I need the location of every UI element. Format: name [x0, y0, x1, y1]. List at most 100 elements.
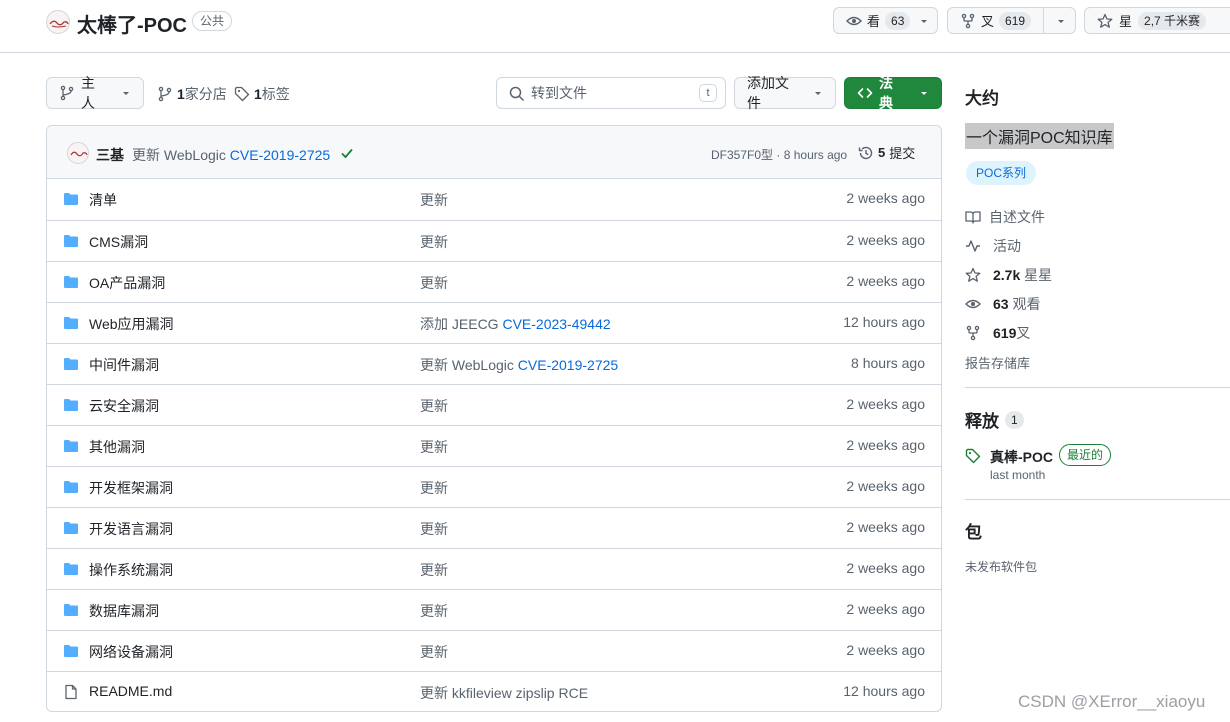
- stars-link[interactable]: 2.7k 星星: [965, 265, 1052, 285]
- commit-message[interactable]: 更新 WebLogic CVE-2019-2725: [132, 145, 330, 165]
- go-to-file-search[interactable]: t: [496, 77, 726, 109]
- commit-text: 更新: [420, 480, 448, 496]
- latest-badge: 最近的: [1059, 444, 1112, 466]
- watch-count: 63: [885, 11, 911, 30]
- file-commit-message[interactable]: 更新 kkfileview zipslip RCE: [420, 683, 588, 703]
- repo-header: 太棒了-POC 公共 看 63 叉 619 星 2,7 千米赛: [0, 0, 1230, 53]
- branch-select[interactable]: 主人: [46, 75, 144, 111]
- commit-hash[interactable]: DF357F0型: [711, 148, 773, 162]
- release-name[interactable]: 真棒-POC: [990, 447, 1053, 467]
- star-button[interactable]: 星 2,7 千米赛: [1084, 7, 1230, 34]
- star-count: 2,7 千米赛: [1138, 11, 1207, 30]
- folder-row[interactable]: OA产品漏洞 更新 2 weeks ago: [47, 261, 941, 302]
- topic-tag[interactable]: POC系列: [966, 161, 1037, 185]
- eye-icon: [965, 296, 981, 312]
- forks-link[interactable]: 619叉: [965, 323, 1030, 343]
- commits-link[interactable]: 5 提交: [858, 143, 915, 162]
- folder-icon: [63, 315, 79, 331]
- file-commit-message[interactable]: 更新: [420, 601, 448, 621]
- folder-row[interactable]: 数据库漏洞 更新 2 weeks ago: [47, 589, 941, 630]
- folder-row[interactable]: 云安全漏洞 更新 2 weeks ago: [47, 384, 941, 425]
- watchers-link[interactable]: 63 观看: [965, 294, 1040, 314]
- file-commit-message[interactable]: 更新: [420, 190, 448, 210]
- report-link[interactable]: 报告存储库: [965, 353, 1030, 372]
- owner-avatar[interactable]: [46, 10, 70, 34]
- folder-row[interactable]: 其他漏洞 更新 2 weeks ago: [47, 425, 941, 466]
- file-name[interactable]: 数据库漏洞: [89, 601, 159, 621]
- folder-row[interactable]: 开发语言漏洞 更新 2 weeks ago: [47, 507, 941, 548]
- file-commit-message[interactable]: 更新 WebLogic CVE-2019-2725: [420, 355, 618, 375]
- chevron-down-icon: [1056, 16, 1066, 26]
- folder-row[interactable]: 操作系统漏洞 更新 2 weeks ago: [47, 548, 941, 589]
- file-name[interactable]: 开发框架漏洞: [89, 478, 173, 498]
- file-commit-message[interactable]: 更新: [420, 642, 448, 662]
- file-commit-message[interactable]: 更新: [420, 560, 448, 580]
- file-name[interactable]: CMS漏洞: [89, 232, 148, 252]
- check-icon: [340, 146, 354, 160]
- folder-icon: [63, 356, 79, 372]
- folder-row[interactable]: 清单 更新 2 weeks ago: [47, 179, 941, 220]
- file-name[interactable]: Web应用漏洞: [89, 314, 174, 334]
- file-name[interactable]: 其他漏洞: [89, 437, 145, 457]
- file-commit-message[interactable]: 更新: [420, 232, 448, 252]
- releases-title-label: 释放: [965, 412, 999, 431]
- file-name[interactable]: 清单: [89, 190, 117, 210]
- tag-icon: [234, 86, 250, 102]
- commit-meta: DF357F0型 · 8 hours ago: [711, 146, 847, 163]
- branch-icon: [157, 86, 173, 102]
- file-name[interactable]: 开发语言漏洞: [89, 519, 173, 539]
- commit-link[interactable]: CVE-2019-2725: [518, 357, 618, 373]
- code-button[interactable]: 法典: [844, 75, 942, 111]
- packages-title[interactable]: 包: [965, 518, 982, 543]
- file-name[interactable]: README.md: [89, 683, 172, 699]
- commit-author[interactable]: 三基: [96, 145, 124, 165]
- repo-name[interactable]: 太棒了-POC: [77, 9, 187, 38]
- branches-link[interactable]: 1家分店: [157, 84, 227, 104]
- commit-text: 更新: [420, 521, 448, 537]
- file-name[interactable]: 中间件漏洞: [89, 355, 159, 375]
- eye-icon: [846, 13, 862, 29]
- add-file-button[interactable]: 添加文件: [734, 75, 836, 111]
- commit-message-link[interactable]: CVE-2019-2725: [230, 147, 330, 163]
- book-icon: [965, 209, 981, 225]
- chevron-down-icon: [919, 16, 929, 26]
- folder-row[interactable]: CMS漏洞 更新 2 weeks ago: [47, 220, 941, 261]
- tags-link[interactable]: 1标签: [234, 84, 290, 104]
- tag-icon: [965, 448, 981, 464]
- file-commit-message[interactable]: 更新: [420, 478, 448, 498]
- file-commit-message[interactable]: 更新: [420, 519, 448, 539]
- folder-row[interactable]: 中间件漏洞 更新 WebLogic CVE-2019-2725 8 hours ag…: [47, 343, 941, 384]
- commit-text: 更新: [420, 439, 448, 455]
- search-input[interactable]: [531, 78, 681, 108]
- file-name[interactable]: 云安全漏洞: [89, 396, 159, 416]
- committer-avatar[interactable]: [67, 142, 89, 164]
- file-name[interactable]: 操作系统漏洞: [89, 560, 173, 580]
- file-name[interactable]: OA产品漏洞: [89, 273, 165, 293]
- folder-row[interactable]: Web应用漏洞 添加 JEECG CVE-2023-49442 12 hours a…: [47, 302, 941, 343]
- commits-label: 提交: [889, 146, 916, 161]
- file-commit-message[interactable]: 更新: [420, 396, 448, 416]
- folder-row[interactable]: 开发框架漏洞 更新 2 weeks ago: [47, 466, 941, 507]
- commit-link[interactable]: CVE-2023-49442: [502, 316, 610, 332]
- activity-link[interactable]: 活动: [965, 236, 1021, 256]
- readme-link[interactable]: 自述文件: [965, 207, 1045, 227]
- file-commit-message[interactable]: 更新: [420, 273, 448, 293]
- file-name[interactable]: 网络设备漏洞: [89, 642, 173, 662]
- chevron-down-icon: [813, 88, 823, 98]
- file-row[interactable]: README.md 更新 kkfileview zipslip RCE 12 hou…: [47, 671, 941, 711]
- releases-title[interactable]: 释放 1: [965, 407, 1024, 432]
- branches-label: 家分店: [184, 86, 227, 102]
- fork-count: 619: [993, 325, 1017, 341]
- chevron-down-icon: [121, 88, 131, 98]
- watch-button[interactable]: 看 63: [833, 7, 938, 34]
- file-date: 2 weeks ago: [846, 560, 925, 576]
- fork-dropdown[interactable]: [1044, 8, 1066, 33]
- commits-count: 5: [878, 145, 886, 160]
- folder-row[interactable]: 网络设备漏洞 更新 2 weeks ago: [47, 630, 941, 671]
- file-commit-message[interactable]: 更新: [420, 437, 448, 457]
- code-label: 法典: [879, 75, 893, 111]
- fork-label: 叉: [1016, 325, 1031, 341]
- file-commit-message[interactable]: 添加 JEECG CVE-2023-49442: [420, 314, 611, 334]
- fork-button[interactable]: 叉 619: [947, 7, 1076, 34]
- chevron-down-icon: [919, 88, 929, 98]
